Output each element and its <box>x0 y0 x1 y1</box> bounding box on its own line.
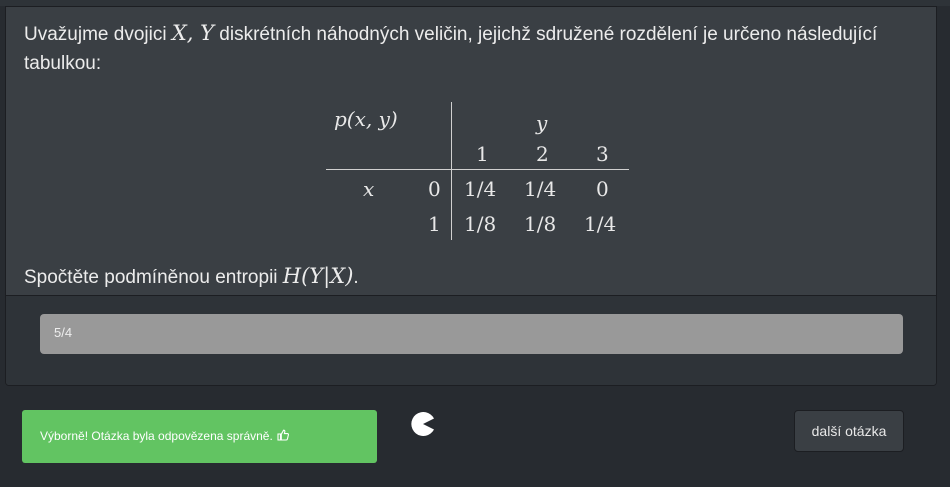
table-col-header: 3 <box>596 142 609 166</box>
table-cell: 1/4 <box>464 177 497 201</box>
table-row-variable: x <box>363 177 375 201</box>
success-alert: Výborně! Otázka byla odpovězena správně. <box>22 410 377 463</box>
table-row-header: 1 <box>428 212 441 236</box>
answer-input[interactable]: 5/4 <box>40 314 903 354</box>
next-question-button[interactable]: další otázka <box>794 410 904 452</box>
intro-math-vars: X, Y <box>171 21 214 45</box>
table-cell: 1/8 <box>464 212 497 236</box>
table-cell: 1/4 <box>584 212 617 236</box>
table-row-header: 0 <box>428 177 441 201</box>
table-horizontal-rule <box>326 169 629 170</box>
table-corner-label: p(x, y) <box>334 107 398 131</box>
prompt-text-end: . <box>353 267 359 288</box>
table-vertical-rule <box>451 102 452 240</box>
table-col-variable: y <box>536 111 548 135</box>
table-col-header: 1 <box>476 142 489 166</box>
pacman-icon <box>411 412 435 436</box>
table-cell: 1/8 <box>524 212 557 236</box>
prompt-text-start: Spočtěte podmíněnou entropii <box>24 267 283 288</box>
thumbs-up-icon <box>277 429 289 441</box>
table-cell: 0 <box>596 177 609 201</box>
intro-text-start: Uvažujme dvojici <box>24 24 172 45</box>
question-card: Uvažujme dvojici X, Y diskrétních náhodn… <box>5 6 937 386</box>
question-intro: Uvažujme dvojici X, Y diskrétních náhodn… <box>24 19 904 78</box>
prompt-math: H(Y|X) <box>282 264 354 288</box>
question-body: Uvažujme dvojici X, Y diskrétních náhodn… <box>6 7 936 295</box>
question-prompt: Spočtěte podmíněnou entropii H(Y|X). <box>24 262 359 292</box>
table-col-header: 2 <box>536 142 549 166</box>
answer-area: 5/4 <box>6 295 936 385</box>
table-cell: 1/4 <box>524 177 557 201</box>
success-message: Výborně! Otázka byla odpovězena správně. <box>40 429 273 443</box>
